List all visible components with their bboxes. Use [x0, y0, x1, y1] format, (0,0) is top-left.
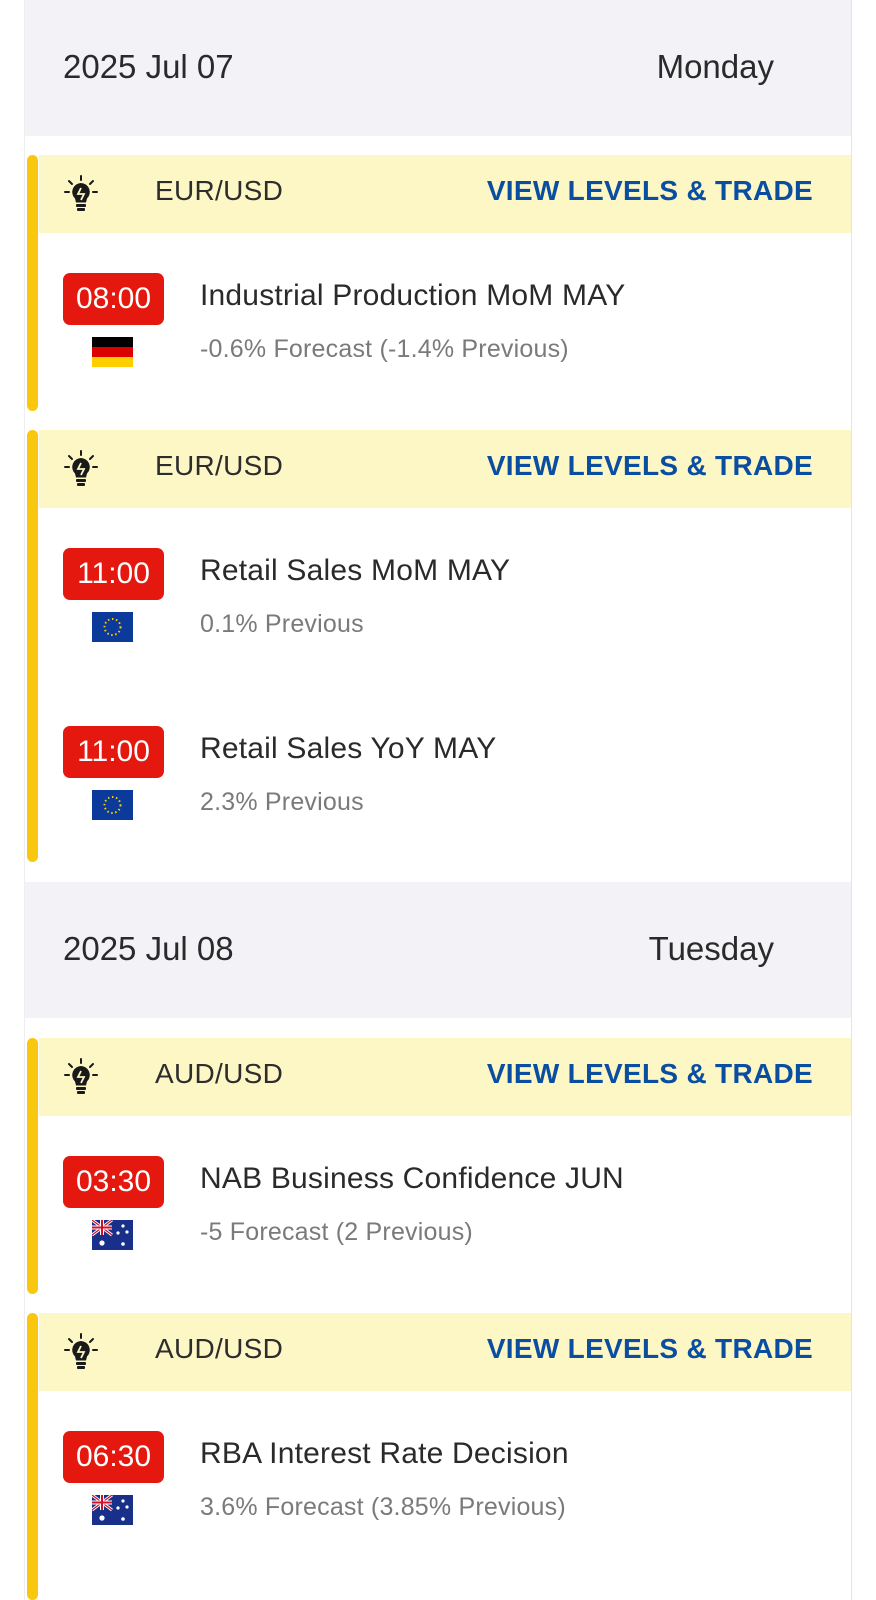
event-time-badge: 06:30 — [63, 1431, 164, 1483]
australia-flag-graphic — [92, 1495, 129, 1521]
event-title: Retail Sales MoM MAY — [200, 554, 511, 587]
currency-pair: EUR/USD — [155, 175, 284, 206]
lightbulb-icon — [64, 175, 98, 211]
event-title: Industrial Production MoM MAY — [200, 279, 626, 312]
lightbulb-icon — [64, 1333, 98, 1369]
event-time-badge: 11:00 — [63, 548, 164, 600]
eu-flag-icon — [92, 790, 133, 820]
event-title: NAB Business Confidence JUN — [200, 1162, 624, 1195]
currency-pair: AUD/USD — [155, 1058, 284, 1089]
lightbulb-icon — [64, 450, 98, 486]
view-levels-trade-link[interactable]: VIEW LEVELS & TRADE — [487, 175, 813, 207]
event-group: AUD/USD VIEW LEVELS & TRADE 06:30 RBA In… — [25, 1313, 851, 1600]
eu-stars-icon — [103, 796, 122, 814]
event-item[interactable]: 11:00 Retail Sales YoY MAY 2.3% Previous — [25, 726, 851, 836]
event-group: EUR/USD VIEW LEVELS & TRADE 08:00 Indust… — [25, 155, 851, 411]
day-date: 2025 Jul 08 — [63, 930, 234, 967]
view-levels-trade-link[interactable]: VIEW LEVELS & TRADE — [487, 1058, 813, 1090]
day-header: 2025 Jul 08 Tuesday — [25, 882, 851, 1018]
event-detail: 3.6% Forecast (3.85% Previous) — [200, 1493, 566, 1521]
australia-flag-icon — [92, 1495, 133, 1525]
event-item[interactable]: 08:00 Industrial Production MoM MAY -0.6… — [25, 273, 851, 383]
event-title: Retail Sales YoY MAY — [200, 732, 497, 765]
event-time-badge: 03:30 — [63, 1156, 164, 1208]
day-weekday: Monday — [656, 48, 774, 85]
event-time-badge: 11:00 — [63, 726, 164, 778]
event-group: EUR/USD VIEW LEVELS & TRADE 11:00 Retail… — [25, 430, 851, 862]
group-header: EUR/USD VIEW LEVELS & TRADE — [39, 155, 851, 233]
view-levels-trade-link[interactable]: VIEW LEVELS & TRADE — [487, 450, 813, 482]
group-header: AUD/USD VIEW LEVELS & TRADE — [39, 1313, 851, 1391]
day-header: 2025 Jul 07 Monday — [25, 0, 851, 136]
eu-stars-icon — [103, 618, 122, 636]
event-group: AUD/USD VIEW LEVELS & TRADE 03:30 NAB Bu… — [25, 1038, 851, 1294]
group-header: AUD/USD VIEW LEVELS & TRADE — [39, 1038, 851, 1116]
day-weekday: Tuesday — [648, 930, 774, 967]
event-detail: 2.3% Previous — [200, 788, 364, 816]
event-detail: -5 Forecast (2 Previous) — [200, 1218, 473, 1246]
event-item[interactable]: 06:30 RBA Interest Rate Decision 3.6% Fo… — [25, 1431, 851, 1541]
eu-flag-icon — [92, 612, 133, 642]
view-levels-trade-link[interactable]: VIEW LEVELS & TRADE — [487, 1333, 813, 1365]
currency-pair: EUR/USD — [155, 450, 284, 481]
australia-flag-graphic — [92, 1220, 129, 1246]
lightbulb-icon — [64, 1058, 98, 1094]
economic-calendar: 2025 Jul 07 Monday EUR/USD VIEW LEVELS &… — [0, 0, 876, 1600]
group-header: EUR/USD VIEW LEVELS & TRADE — [39, 430, 851, 508]
currency-pair: AUD/USD — [155, 1333, 284, 1364]
event-item[interactable]: 11:00 Retail Sales MoM MAY 0.1% Previous — [25, 548, 851, 658]
event-detail: 0.1% Previous — [200, 610, 364, 638]
australia-flag-icon — [92, 1220, 133, 1250]
event-time-badge: 08:00 — [63, 273, 164, 325]
day-date: 2025 Jul 07 — [63, 48, 234, 85]
event-item[interactable]: 03:30 NAB Business Confidence JUN -5 For… — [25, 1156, 851, 1266]
germany-flag-icon — [92, 337, 133, 367]
event-detail: -0.6% Forecast (-1.4% Previous) — [200, 335, 569, 363]
event-title: RBA Interest Rate Decision — [200, 1437, 569, 1470]
